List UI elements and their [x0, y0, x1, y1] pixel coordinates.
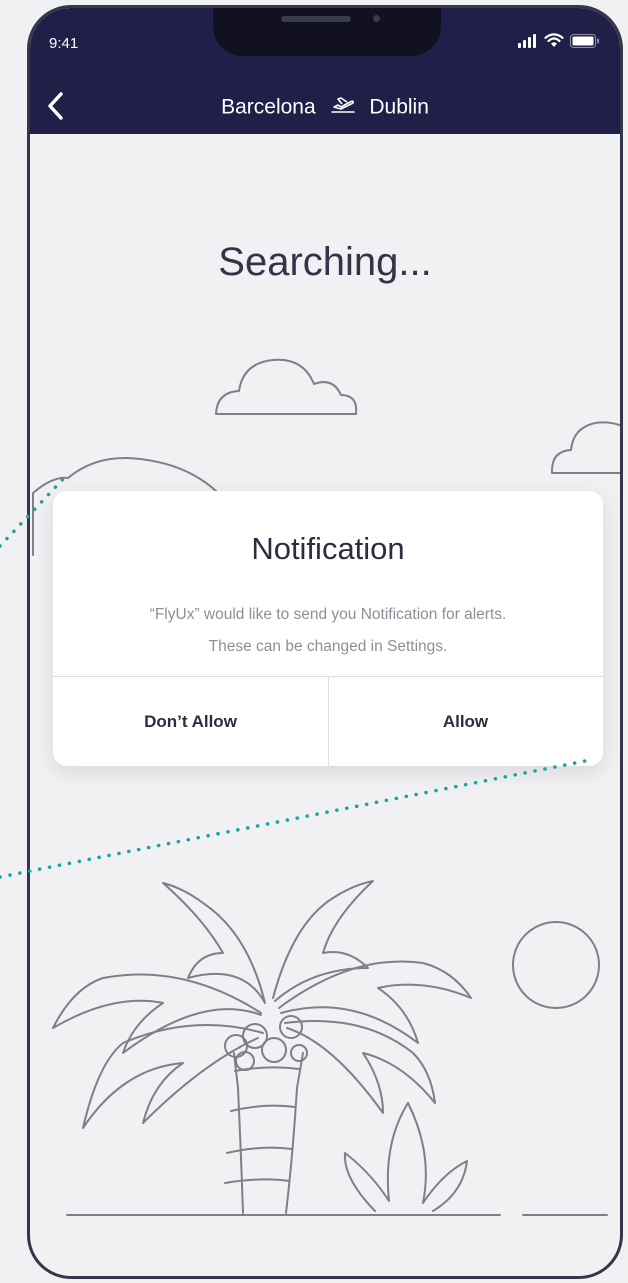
wifi-icon — [544, 33, 564, 47]
palm-leaf — [52, 973, 262, 1054]
camera — [373, 15, 380, 22]
palm-leaf — [284, 1020, 436, 1114]
cloud-icon — [215, 358, 358, 415]
palm-leaf — [82, 1024, 264, 1129]
origin-city: Barcelona — [221, 95, 316, 119]
palm-leaf — [272, 880, 374, 1002]
speaker — [281, 16, 351, 22]
dialog-message-line-2: These can be changed in Settings. — [208, 638, 448, 655]
status-icons — [518, 33, 600, 48]
cloud-icon — [550, 421, 620, 474]
allow-button[interactable]: Allow — [328, 677, 603, 766]
status-time: 9:41 — [49, 35, 79, 52]
sun-icon — [512, 921, 600, 1009]
plane-icon — [330, 94, 356, 122]
palm-trunk — [233, 1052, 304, 1214]
destination-city: Dublin — [369, 95, 429, 119]
battery-icon — [570, 33, 599, 48]
palm-leaf — [278, 960, 472, 1044]
dialog-message: “FlyUx” would like to send you Notificat… — [53, 599, 603, 663]
notification-dialog: Notification “FlyUx” would like to send … — [53, 491, 603, 766]
bush — [343, 1102, 468, 1212]
searching-title: Searching... — [218, 240, 432, 284]
dialog-message-line-1: “FlyUx” would like to send you Notificat… — [149, 606, 507, 623]
route-title: Barcelona Dublin — [30, 94, 620, 122]
signal-icon — [518, 33, 536, 48]
palm-leaf — [162, 882, 266, 1004]
phone-notch — [213, 8, 441, 56]
dont-allow-button[interactable]: Don’t Allow — [53, 677, 328, 766]
app-header: 9:41 Barcelona Dublin — [30, 8, 620, 134]
dialog-title: Notification — [251, 531, 405, 566]
phone-frame: 9:41 Barcelona Dublin Searching... Notif… — [27, 5, 623, 1279]
